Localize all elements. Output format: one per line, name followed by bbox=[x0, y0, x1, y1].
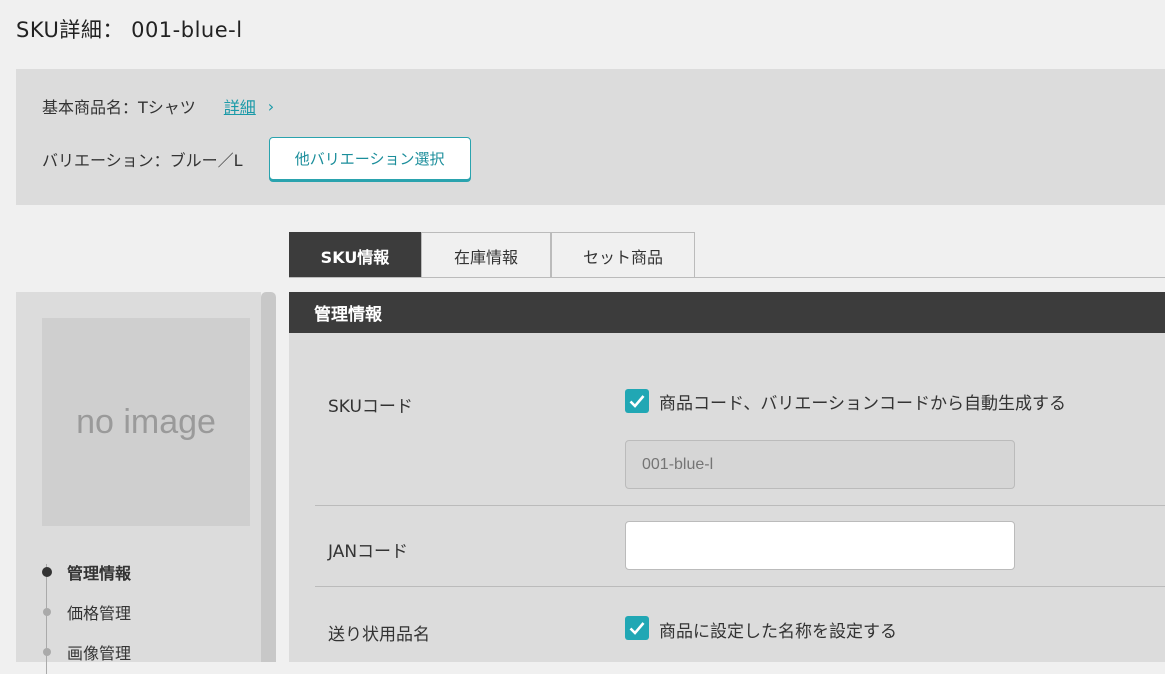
product-info-panel: 基本商品名：Tシャツ 詳細 › バリエーション：ブルー／L 他バリエーション選択 bbox=[16, 69, 1165, 205]
row-divider bbox=[315, 505, 1165, 506]
sidebar: no image 管理情報 価格管理 画像管理 bbox=[16, 292, 261, 674]
shipping-name-checkbox-label[interactable]: 商品に設定した名称を設定する bbox=[659, 617, 897, 642]
jan-code-input[interactable] bbox=[625, 521, 1015, 570]
side-nav-management[interactable]: 管理情報 bbox=[40, 552, 131, 592]
side-nav-label: 管理情報 bbox=[67, 564, 132, 583]
tab-bar: SKU情報 在庫情報 セット商品 bbox=[289, 232, 695, 278]
variation-row: バリエーション：ブルー／L 他バリエーション選択 bbox=[42, 137, 471, 180]
bullet-icon bbox=[42, 567, 52, 577]
side-nav-price[interactable]: 価格管理 bbox=[40, 592, 131, 632]
jan-code-label: JANコード bbox=[328, 542, 409, 562]
page-title: SKU詳細： 001-blue-l bbox=[16, 18, 243, 42]
side-nav-label: 価格管理 bbox=[67, 604, 132, 623]
sku-auto-checkbox-label[interactable]: 商品コード、バリエーションコードから自動生成する bbox=[659, 389, 1066, 414]
sku-auto-checkbox[interactable] bbox=[625, 389, 649, 413]
bullet-icon bbox=[43, 608, 51, 616]
no-image-placeholder: no image bbox=[42, 318, 250, 526]
side-nav-image[interactable]: 画像管理 bbox=[40, 632, 131, 672]
bullet-icon bbox=[43, 648, 51, 656]
tab-set-product[interactable]: セット商品 bbox=[551, 232, 695, 278]
sku-code-label: SKUコード bbox=[328, 397, 413, 417]
tab-stock-info[interactable]: 在庫情報 bbox=[421, 232, 551, 278]
other-variation-button[interactable]: 他バリエーション選択 bbox=[268, 137, 471, 180]
shipping-name-checkbox[interactable] bbox=[625, 616, 649, 640]
detail-link[interactable]: 詳細 bbox=[224, 94, 256, 118]
base-product-row: 基本商品名：Tシャツ 詳細 › bbox=[42, 94, 274, 118]
check-icon bbox=[629, 395, 645, 408]
chevron-right-icon[interactable]: › bbox=[268, 97, 274, 116]
tab-sku-info[interactable]: SKU情報 bbox=[289, 232, 421, 278]
sidebar-scrollbar[interactable] bbox=[261, 292, 276, 662]
sku-code-input bbox=[625, 440, 1015, 489]
side-nav: 管理情報 価格管理 画像管理 bbox=[40, 552, 131, 672]
row-divider bbox=[315, 586, 1165, 587]
variation-label: バリエーション：ブルー／L bbox=[42, 150, 243, 170]
section-title: 管理情報 bbox=[289, 292, 1165, 333]
management-section: 管理情報 SKUコード 商品コード、バリエーションコードから自動生成する JAN… bbox=[289, 292, 1165, 662]
tab-divider bbox=[289, 277, 1165, 278]
base-product-label: 基本商品名：Tシャツ bbox=[42, 98, 196, 117]
side-nav-label: 画像管理 bbox=[67, 644, 132, 663]
check-icon bbox=[629, 622, 645, 635]
shipping-name-label: 送り状用品名 bbox=[328, 625, 430, 645]
